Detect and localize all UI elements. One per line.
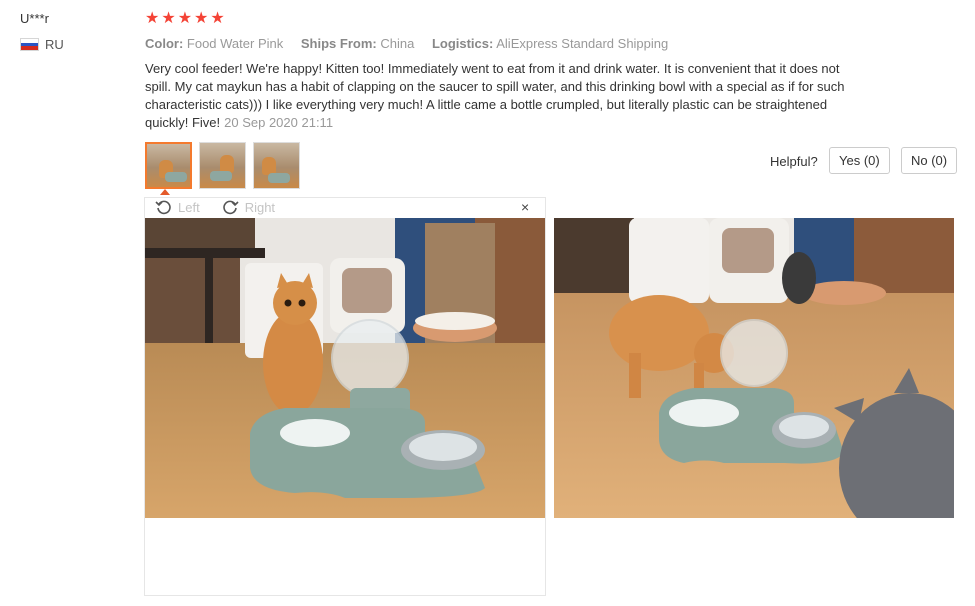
viewer-toolbar: Left Right [155,199,275,216]
attribute-key: Ships From: [300,36,377,51]
star-icon: ★ [145,10,160,27]
rotate-left-icon[interactable] [155,199,172,216]
attribute-logistics: Logistics: AliExpress Standard Shipping [432,36,668,51]
close-icon[interactable]: × [521,199,529,215]
attribute-key: Color: [145,36,184,51]
thumbnail-1[interactable] [145,142,192,189]
rotate-right-icon[interactable] [222,199,239,216]
order-attributes: Color: Food Water Pink Ships From: China… [145,36,682,51]
country-code: RU [45,37,64,52]
star-icon: ★ [161,10,176,27]
review-photo-2[interactable] [554,218,954,518]
attribute-key: Logistics: [431,36,494,51]
star-icon: ★ [177,10,193,27]
review-date: 20 Sep 2020 21:11 [224,115,334,130]
review-text: Very cool feeder! We're happy! Kitten to… [145,60,865,132]
russia-flag-icon [20,38,39,51]
attribute-ships-from: Ships From: China [301,36,414,51]
reviewer-name: U***r [20,11,49,26]
thumbnail-3[interactable] [253,142,300,189]
helpful-label: Helpful? [770,154,818,169]
attribute-color: Color: Food Water Pink [145,36,283,51]
reviewer-country: RU [20,37,64,52]
bowl-shape [268,173,290,183]
rotate-left-label[interactable]: Left [178,200,200,215]
attribute-value: Food Water Pink [186,36,284,51]
star-icon: ★ [194,10,209,27]
attribute-value: China [380,36,415,51]
review-photo-1[interactable] [145,218,545,518]
bowl-shape [165,172,187,182]
photo-thumbnails [145,142,300,189]
helpful-yes-button[interactable]: Yes (0) [829,147,890,174]
rotate-right-label[interactable]: Right [245,200,275,215]
active-thumbnail-indicator [160,189,170,195]
star-rating: ★ ★ ★ ★ ★ [145,10,225,28]
star-icon: ★ [210,10,225,27]
bowl-shape [210,171,232,181]
thumbnail-2[interactable] [199,142,246,189]
helpful-no-button[interactable]: No (0) [901,147,958,174]
attribute-value: AliExpress Standard Shipping [496,36,669,51]
